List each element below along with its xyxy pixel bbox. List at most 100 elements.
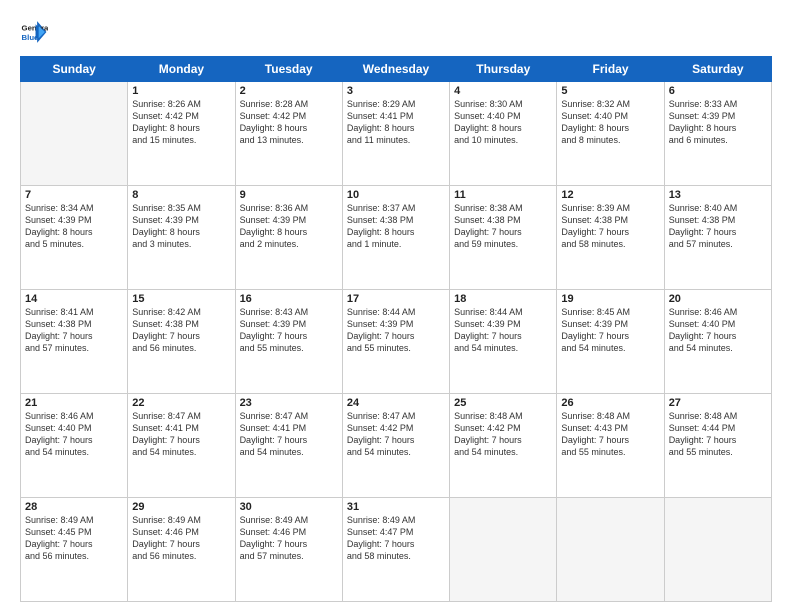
day-info: Sunrise: 8:44 AMSunset: 4:39 PMDaylight:… <box>347 306 445 355</box>
calendar-week-row: 14Sunrise: 8:41 AMSunset: 4:38 PMDayligh… <box>21 290 772 394</box>
day-info: Sunrise: 8:37 AMSunset: 4:38 PMDaylight:… <box>347 202 445 251</box>
day-number: 15 <box>132 293 230 305</box>
calendar-cell <box>557 498 664 602</box>
day-info: Sunrise: 8:33 AMSunset: 4:39 PMDaylight:… <box>669 98 767 147</box>
calendar-cell: 20Sunrise: 8:46 AMSunset: 4:40 PMDayligh… <box>664 290 771 394</box>
day-info: Sunrise: 8:46 AMSunset: 4:40 PMDaylight:… <box>25 410 123 459</box>
day-number: 17 <box>347 293 445 305</box>
day-info: Sunrise: 8:28 AMSunset: 4:42 PMDaylight:… <box>240 98 338 147</box>
day-number: 19 <box>561 293 659 305</box>
calendar-week-row: 1Sunrise: 8:26 AMSunset: 4:42 PMDaylight… <box>21 82 772 186</box>
calendar-week-row: 7Sunrise: 8:34 AMSunset: 4:39 PMDaylight… <box>21 186 772 290</box>
calendar-cell: 26Sunrise: 8:48 AMSunset: 4:43 PMDayligh… <box>557 394 664 498</box>
header: General Blue <box>20 18 772 46</box>
calendar-cell: 3Sunrise: 8:29 AMSunset: 4:41 PMDaylight… <box>342 82 449 186</box>
calendar-cell: 1Sunrise: 8:26 AMSunset: 4:42 PMDaylight… <box>128 82 235 186</box>
page: General Blue SundayMondayTuesdayWednesda… <box>0 0 792 612</box>
day-number: 31 <box>347 501 445 513</box>
calendar-week-row: 21Sunrise: 8:46 AMSunset: 4:40 PMDayligh… <box>21 394 772 498</box>
day-info: Sunrise: 8:32 AMSunset: 4:40 PMDaylight:… <box>561 98 659 147</box>
day-number: 30 <box>240 501 338 513</box>
day-number: 12 <box>561 189 659 201</box>
day-number: 23 <box>240 397 338 409</box>
logo: General Blue <box>20 18 44 46</box>
day-info: Sunrise: 8:35 AMSunset: 4:39 PMDaylight:… <box>132 202 230 251</box>
calendar-cell: 12Sunrise: 8:39 AMSunset: 4:38 PMDayligh… <box>557 186 664 290</box>
calendar-cell: 18Sunrise: 8:44 AMSunset: 4:39 PMDayligh… <box>450 290 557 394</box>
day-info: Sunrise: 8:48 AMSunset: 4:42 PMDaylight:… <box>454 410 552 459</box>
svg-text:General: General <box>22 23 48 32</box>
calendar-cell: 27Sunrise: 8:48 AMSunset: 4:44 PMDayligh… <box>664 394 771 498</box>
calendar-cell: 10Sunrise: 8:37 AMSunset: 4:38 PMDayligh… <box>342 186 449 290</box>
day-number: 6 <box>669 85 767 97</box>
calendar-table: SundayMondayTuesdayWednesdayThursdayFrid… <box>20 56 772 602</box>
day-info: Sunrise: 8:43 AMSunset: 4:39 PMDaylight:… <box>240 306 338 355</box>
day-header-wednesday: Wednesday <box>342 57 449 82</box>
calendar-cell: 17Sunrise: 8:44 AMSunset: 4:39 PMDayligh… <box>342 290 449 394</box>
calendar-cell: 19Sunrise: 8:45 AMSunset: 4:39 PMDayligh… <box>557 290 664 394</box>
calendar-cell: 28Sunrise: 8:49 AMSunset: 4:45 PMDayligh… <box>21 498 128 602</box>
calendar-cell: 31Sunrise: 8:49 AMSunset: 4:47 PMDayligh… <box>342 498 449 602</box>
day-info: Sunrise: 8:49 AMSunset: 4:45 PMDaylight:… <box>25 514 123 563</box>
day-number: 21 <box>25 397 123 409</box>
day-number: 22 <box>132 397 230 409</box>
day-number: 27 <box>669 397 767 409</box>
day-header-thursday: Thursday <box>450 57 557 82</box>
calendar-cell: 21Sunrise: 8:46 AMSunset: 4:40 PMDayligh… <box>21 394 128 498</box>
day-number: 25 <box>454 397 552 409</box>
day-number: 1 <box>132 85 230 97</box>
day-info: Sunrise: 8:48 AMSunset: 4:44 PMDaylight:… <box>669 410 767 459</box>
calendar-cell: 30Sunrise: 8:49 AMSunset: 4:46 PMDayligh… <box>235 498 342 602</box>
day-number: 29 <box>132 501 230 513</box>
day-header-sunday: Sunday <box>21 57 128 82</box>
day-number: 24 <box>347 397 445 409</box>
day-info: Sunrise: 8:26 AMSunset: 4:42 PMDaylight:… <box>132 98 230 147</box>
day-info: Sunrise: 8:29 AMSunset: 4:41 PMDaylight:… <box>347 98 445 147</box>
day-info: Sunrise: 8:47 AMSunset: 4:42 PMDaylight:… <box>347 410 445 459</box>
day-info: Sunrise: 8:34 AMSunset: 4:39 PMDaylight:… <box>25 202 123 251</box>
calendar-cell <box>450 498 557 602</box>
day-info: Sunrise: 8:45 AMSunset: 4:39 PMDaylight:… <box>561 306 659 355</box>
day-number: 28 <box>25 501 123 513</box>
day-number: 3 <box>347 85 445 97</box>
day-number: 14 <box>25 293 123 305</box>
day-info: Sunrise: 8:44 AMSunset: 4:39 PMDaylight:… <box>454 306 552 355</box>
day-info: Sunrise: 8:49 AMSunset: 4:46 PMDaylight:… <box>132 514 230 563</box>
day-number: 5 <box>561 85 659 97</box>
calendar-cell: 29Sunrise: 8:49 AMSunset: 4:46 PMDayligh… <box>128 498 235 602</box>
day-info: Sunrise: 8:30 AMSunset: 4:40 PMDaylight:… <box>454 98 552 147</box>
day-info: Sunrise: 8:41 AMSunset: 4:38 PMDaylight:… <box>25 306 123 355</box>
day-number: 10 <box>347 189 445 201</box>
day-number: 26 <box>561 397 659 409</box>
day-info: Sunrise: 8:36 AMSunset: 4:39 PMDaylight:… <box>240 202 338 251</box>
day-number: 16 <box>240 293 338 305</box>
day-header-tuesday: Tuesday <box>235 57 342 82</box>
day-info: Sunrise: 8:49 AMSunset: 4:46 PMDaylight:… <box>240 514 338 563</box>
day-info: Sunrise: 8:39 AMSunset: 4:38 PMDaylight:… <box>561 202 659 251</box>
calendar-cell: 4Sunrise: 8:30 AMSunset: 4:40 PMDaylight… <box>450 82 557 186</box>
day-info: Sunrise: 8:49 AMSunset: 4:47 PMDaylight:… <box>347 514 445 563</box>
day-number: 8 <box>132 189 230 201</box>
day-header-monday: Monday <box>128 57 235 82</box>
calendar-cell: 8Sunrise: 8:35 AMSunset: 4:39 PMDaylight… <box>128 186 235 290</box>
calendar-cell: 14Sunrise: 8:41 AMSunset: 4:38 PMDayligh… <box>21 290 128 394</box>
calendar-cell: 11Sunrise: 8:38 AMSunset: 4:38 PMDayligh… <box>450 186 557 290</box>
calendar-cell: 9Sunrise: 8:36 AMSunset: 4:39 PMDaylight… <box>235 186 342 290</box>
calendar-cell: 23Sunrise: 8:47 AMSunset: 4:41 PMDayligh… <box>235 394 342 498</box>
day-info: Sunrise: 8:47 AMSunset: 4:41 PMDaylight:… <box>240 410 338 459</box>
calendar-cell: 2Sunrise: 8:28 AMSunset: 4:42 PMDaylight… <box>235 82 342 186</box>
day-info: Sunrise: 8:48 AMSunset: 4:43 PMDaylight:… <box>561 410 659 459</box>
day-info: Sunrise: 8:47 AMSunset: 4:41 PMDaylight:… <box>132 410 230 459</box>
day-number: 13 <box>669 189 767 201</box>
calendar-cell: 15Sunrise: 8:42 AMSunset: 4:38 PMDayligh… <box>128 290 235 394</box>
calendar-cell: 13Sunrise: 8:40 AMSunset: 4:38 PMDayligh… <box>664 186 771 290</box>
logo-icon: General Blue <box>20 18 48 46</box>
day-number: 11 <box>454 189 552 201</box>
day-number: 20 <box>669 293 767 305</box>
day-number: 18 <box>454 293 552 305</box>
day-number: 9 <box>240 189 338 201</box>
calendar-cell: 25Sunrise: 8:48 AMSunset: 4:42 PMDayligh… <box>450 394 557 498</box>
calendar-cell: 22Sunrise: 8:47 AMSunset: 4:41 PMDayligh… <box>128 394 235 498</box>
day-info: Sunrise: 8:40 AMSunset: 4:38 PMDaylight:… <box>669 202 767 251</box>
calendar-cell <box>21 82 128 186</box>
